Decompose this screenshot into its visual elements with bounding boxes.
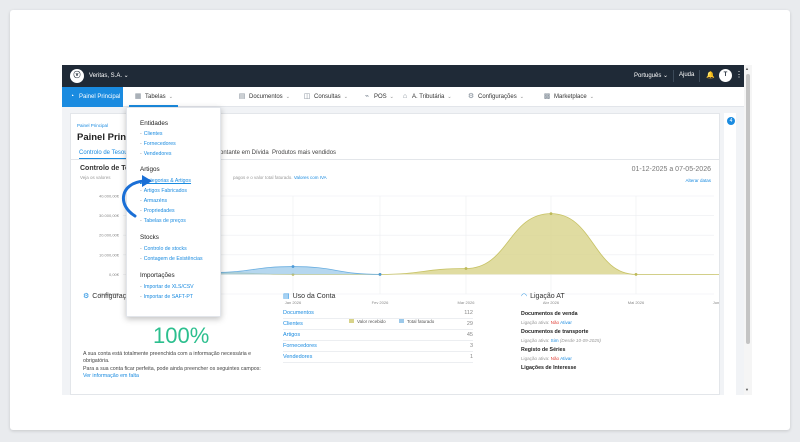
app-window: ⓥ Veritas, S.A. ⌄ Português ⌄ Ajuda 🔔 T … [62, 65, 752, 395]
screenshot-card: ⓥ Veritas, S.A. ⌄ Português ⌄ Ajuda 🔔 T … [10, 10, 790, 430]
annotation-arrow [121, 175, 152, 218]
